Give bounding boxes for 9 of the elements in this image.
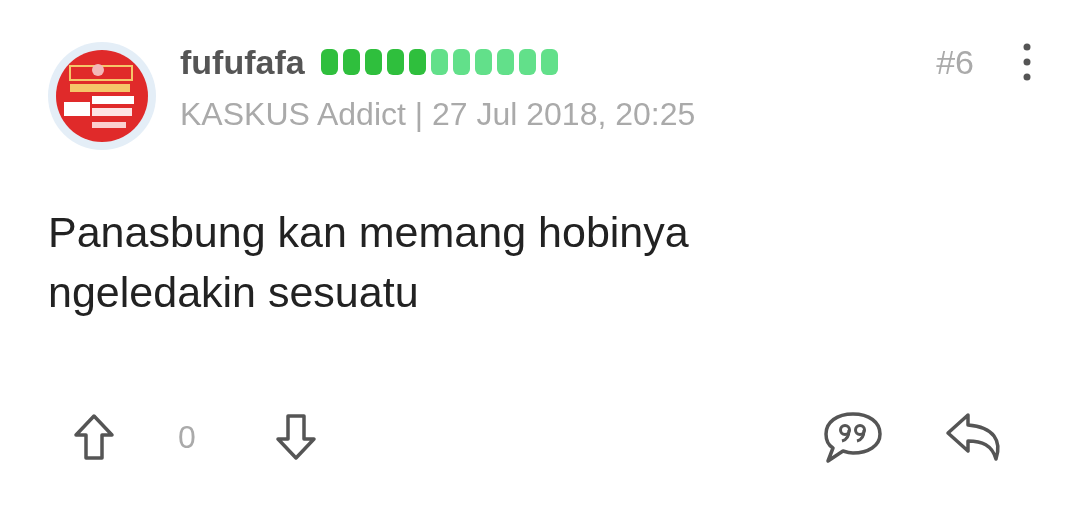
post-meta: KASKUS Addict | 27 Jul 2018, 20:25 — [180, 95, 697, 134]
downvote-icon[interactable] — [273, 413, 318, 461]
more-options-icon[interactable] — [1022, 42, 1032, 82]
username[interactable]: fufufafa — [180, 42, 305, 82]
upvote-icon[interactable] — [72, 413, 116, 461]
quote-icon[interactable] — [822, 410, 884, 464]
post-body: Panasbung kan memang hobinya ngeledakin sesuatu — [48, 207, 690, 318]
post-number: #6 — [936, 42, 974, 82]
vote-count: 0 — [178, 418, 196, 457]
